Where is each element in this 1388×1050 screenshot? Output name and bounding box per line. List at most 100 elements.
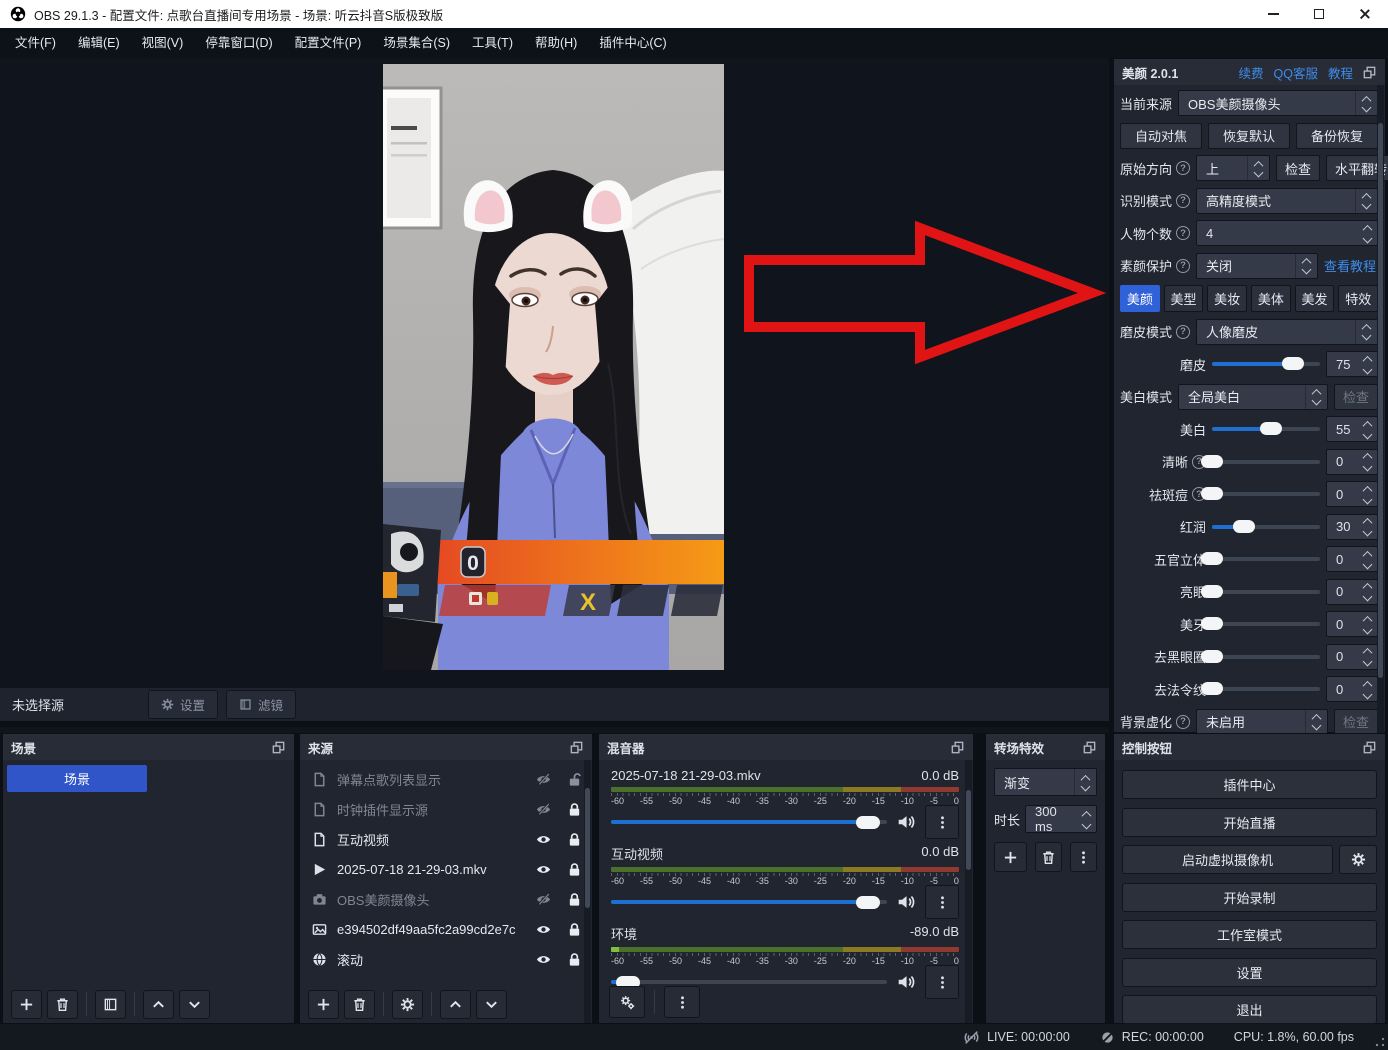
detect-mode-select[interactable]: 高精度模式 bbox=[1196, 188, 1378, 214]
white-mode-select[interactable]: 全局美白 bbox=[1178, 384, 1328, 410]
source-down-button[interactable] bbox=[476, 990, 507, 1019]
start-recording-button[interactable]: 开始录制 bbox=[1122, 883, 1377, 912]
lock-icon[interactable] bbox=[567, 892, 582, 907]
qq-support-link[interactable]: QQ客服 bbox=[1274, 63, 1318, 82]
teeth-slider[interactable] bbox=[1212, 617, 1320, 631]
source-row[interactable]: e394502df49aa5fc2a99cd2e7c bbox=[300, 914, 592, 944]
contour-slider[interactable] bbox=[1212, 552, 1320, 566]
plugin-center-button[interactable]: 插件中心 bbox=[1122, 770, 1377, 799]
whiten-value-spinner[interactable]: 55 bbox=[1326, 416, 1378, 442]
tab-makeup[interactable]: 美妆 bbox=[1207, 285, 1247, 312]
bareface-protect-select[interactable]: 关闭 bbox=[1196, 253, 1318, 279]
duration-spinner[interactable]: 300 ms bbox=[1025, 805, 1097, 833]
tab-effects[interactable]: 特效 bbox=[1338, 285, 1378, 312]
sources-scrollbar[interactable] bbox=[584, 760, 591, 1023]
advanced-audio-button[interactable] bbox=[609, 986, 645, 1018]
restore-default-button[interactable]: 恢复默认 bbox=[1208, 123, 1290, 149]
settings-button[interactable]: 设置 bbox=[1122, 958, 1377, 987]
clarity-value-spinner[interactable]: 0 bbox=[1326, 449, 1378, 475]
eye-icon[interactable] bbox=[536, 952, 551, 967]
minimize-button[interactable] bbox=[1250, 0, 1296, 28]
rosy-slider[interactable] bbox=[1212, 520, 1320, 534]
tab-shape[interactable]: 美型 bbox=[1164, 285, 1204, 312]
tab-hair[interactable]: 美发 bbox=[1295, 285, 1335, 312]
scene-down-button[interactable] bbox=[179, 990, 210, 1019]
tutorial-link[interactable]: 教程 bbox=[1328, 63, 1353, 82]
eye-icon[interactable] bbox=[536, 832, 551, 847]
view-tutorial-link[interactable]: 查看教程 bbox=[1324, 256, 1378, 275]
remove-transition-button[interactable] bbox=[1035, 842, 1062, 872]
close-button[interactable] bbox=[1342, 0, 1388, 28]
start-streaming-button[interactable]: 开始直播 bbox=[1122, 808, 1377, 837]
bg-blur-check-button[interactable]: 检查 bbox=[1334, 709, 1378, 735]
source-properties-button[interactable] bbox=[392, 990, 423, 1019]
help-icon[interactable]: ? bbox=[1176, 161, 1190, 175]
menu-file[interactable]: 文件(F) bbox=[4, 28, 67, 58]
popout-icon[interactable] bbox=[950, 740, 965, 755]
source-filters-button[interactable]: 滤镜 bbox=[226, 690, 296, 719]
menu-help[interactable]: 帮助(H) bbox=[524, 28, 588, 58]
bg-blur-select[interactable]: 未启用 bbox=[1196, 709, 1328, 735]
track-options-button[interactable] bbox=[925, 885, 959, 919]
lock-icon[interactable] bbox=[567, 862, 582, 877]
add-source-button[interactable] bbox=[308, 990, 339, 1019]
source-row[interactable]: 互动视频 bbox=[300, 824, 592, 854]
scene-filters-button[interactable] bbox=[95, 990, 126, 1019]
popout-icon[interactable] bbox=[1362, 740, 1377, 755]
smooth-mode-select[interactable]: 人像磨皮 bbox=[1196, 319, 1378, 345]
dark-circles-value-spinner[interactable]: 0 bbox=[1326, 644, 1378, 670]
blemish-value-spinner[interactable]: 0 bbox=[1326, 481, 1378, 507]
source-row[interactable]: 弹幕点歌列表显示 bbox=[300, 764, 592, 794]
contour-value-spinner[interactable]: 0 bbox=[1326, 546, 1378, 572]
teeth-value-spinner[interactable]: 0 bbox=[1326, 611, 1378, 637]
clarity-slider[interactable] bbox=[1212, 455, 1320, 469]
help-icon[interactable]: ? bbox=[1176, 259, 1190, 273]
autofocus-button[interactable]: 自动对焦 bbox=[1120, 123, 1202, 149]
volume-slider[interactable] bbox=[611, 816, 887, 828]
orientation-check-button[interactable]: 检查 bbox=[1276, 155, 1320, 181]
popout-icon[interactable] bbox=[1362, 65, 1377, 80]
eye-icon[interactable] bbox=[536, 862, 551, 877]
virtual-camera-config-button[interactable] bbox=[1339, 845, 1377, 874]
smooth-slider[interactable] bbox=[1212, 357, 1320, 371]
lock-icon[interactable] bbox=[567, 832, 582, 847]
transition-type-select[interactable]: 渐变 bbox=[994, 768, 1097, 796]
dark-circles-slider[interactable] bbox=[1212, 650, 1320, 664]
popout-icon[interactable] bbox=[1082, 740, 1097, 755]
menu-tools[interactable]: 工具(T) bbox=[461, 28, 524, 58]
source-settings-button[interactable]: 设置 bbox=[148, 690, 218, 719]
eye-off-icon[interactable] bbox=[536, 802, 551, 817]
menu-docks[interactable]: 停靠窗口(D) bbox=[194, 28, 283, 58]
bright-eyes-slider[interactable] bbox=[1212, 585, 1320, 599]
add-scene-button[interactable] bbox=[11, 990, 42, 1019]
preview-area[interactable]: 0 X 未选择源 设置 滤镜 bbox=[0, 58, 1109, 733]
menu-plugin-center[interactable]: 插件中心(C) bbox=[588, 28, 677, 58]
popout-icon[interactable] bbox=[569, 740, 584, 755]
scene-up-button[interactable] bbox=[143, 990, 174, 1019]
lock-icon[interactable] bbox=[567, 952, 582, 967]
lock-icon[interactable] bbox=[567, 802, 582, 817]
add-transition-button[interactable] bbox=[994, 842, 1027, 872]
preview-video[interactable]: 0 X bbox=[383, 64, 724, 670]
bright-eyes-value-spinner[interactable]: 0 bbox=[1326, 579, 1378, 605]
orientation-select[interactable]: 上 bbox=[1196, 155, 1270, 181]
white-check-button[interactable]: 检查 bbox=[1334, 384, 1378, 410]
mixer-options-button[interactable] bbox=[664, 986, 700, 1018]
people-count-spinner[interactable]: 4 bbox=[1196, 220, 1378, 246]
eye-off-icon[interactable] bbox=[536, 772, 551, 787]
tab-body[interactable]: 美体 bbox=[1251, 285, 1291, 312]
help-icon[interactable]: ? bbox=[1176, 226, 1190, 240]
lock-icon[interactable] bbox=[567, 922, 582, 937]
menu-edit[interactable]: 编辑(E) bbox=[67, 28, 131, 58]
scene-list-item[interactable]: 场景 bbox=[7, 765, 147, 792]
current-source-select[interactable]: OBS美颜摄像头 bbox=[1178, 90, 1378, 116]
eye-off-icon[interactable] bbox=[536, 892, 551, 907]
help-icon[interactable]: ? bbox=[1176, 715, 1190, 729]
renew-link[interactable]: 续费 bbox=[1239, 63, 1264, 82]
source-row[interactable]: 时钟插件显示源 bbox=[300, 794, 592, 824]
beauty-scrollbar[interactable] bbox=[1377, 85, 1384, 741]
source-row[interactable]: 2025-07-18 21-29-03.mkv bbox=[300, 854, 592, 884]
maximize-button[interactable] bbox=[1296, 0, 1342, 28]
volume-slider[interactable] bbox=[611, 896, 887, 908]
remove-source-button[interactable] bbox=[344, 990, 375, 1019]
